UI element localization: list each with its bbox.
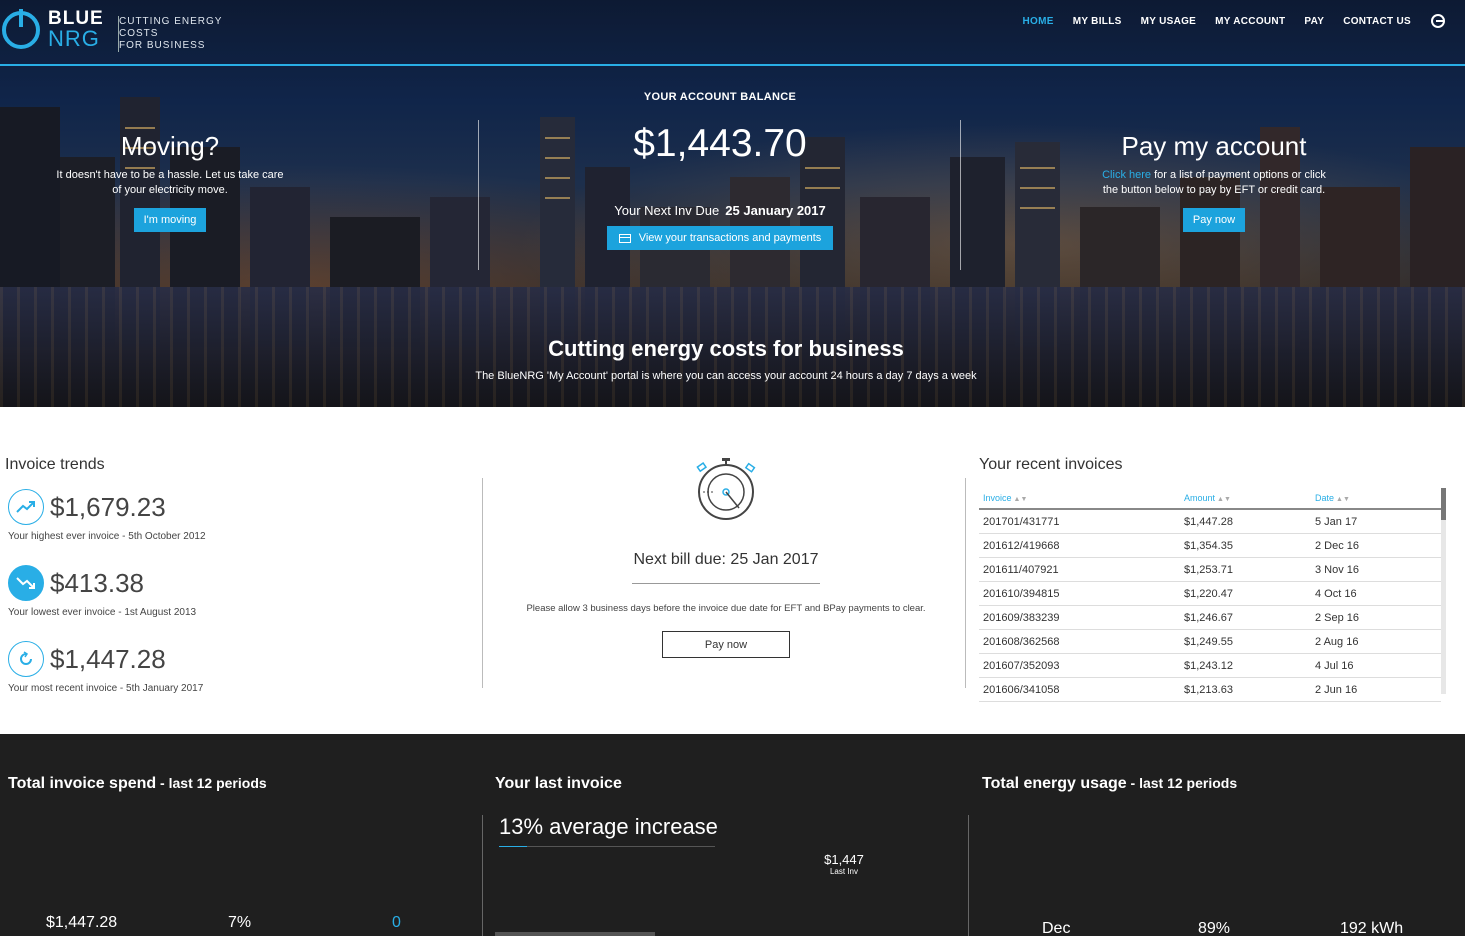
nav-home[interactable]: HOME (1022, 16, 1053, 27)
table-row[interactable]: 201701/431771 $1,447.28 5 Jan 17 (979, 510, 1441, 534)
hero-pay-now-button[interactable]: Pay now (1182, 208, 1246, 232)
lowest-invoice-value: $413.38 (50, 568, 144, 598)
account-balance-label: YOUR ACCOUNT BALANCE (643, 91, 797, 103)
usage-stat-percent: 89% (1198, 920, 1231, 937)
logo-text-nrg: NRG (48, 26, 100, 51)
invoice-column-header[interactable]: Invoice ▲▼ (979, 493, 1180, 503)
recent-invoice-value: $1,447.28 (50, 644, 166, 674)
scrollbar-thumb[interactable] (1441, 488, 1446, 520)
spend-stat-percent: 7% (228, 914, 252, 931)
pay-account-panel: Pay my account Click here for a list of … (1054, 131, 1374, 232)
sort-icon: ▲▼ (1217, 496, 1231, 503)
nav-pay[interactable]: PAY (1304, 16, 1324, 27)
main-nav: HOME MY BILLS MY USAGE MY ACCOUNT PAY CO… (1003, 14, 1445, 28)
trending-up-icon (8, 489, 44, 525)
recent-invoices-title: Your recent invoices (979, 456, 1123, 473)
table-header: Invoice ▲▼ Amount ▲▼ Date ▲▼ (979, 488, 1441, 510)
brand-tagline: CUTTING ENERGY COSTS FOR BUSINESS (118, 16, 248, 52)
moving-text-line-2: of your electricity move. (112, 184, 228, 196)
stopwatch-icon (696, 458, 756, 520)
table-row[interactable]: 201612/419668 $1,354.35 2 Dec 16 (979, 534, 1441, 558)
date-column-header[interactable]: Date ▲▼ (1311, 493, 1441, 503)
highest-invoice-value: $1,679.23 (50, 492, 166, 522)
dashboard-summary-panel (0, 734, 1465, 936)
average-increase-text: 13% average increase (499, 814, 718, 839)
hero-banner: BLUE NRG CUTTING ENERGY COSTS FOR BUSINE… (0, 0, 1465, 407)
usage-stat-kwh: 192 kWh (1340, 920, 1404, 937)
sort-icon: ▲▼ (1013, 496, 1028, 503)
amount-column-header[interactable]: Amount ▲▼ (1180, 493, 1311, 503)
pay-account-text-line-2: the button below to pay by EFT or credit… (1102, 184, 1326, 196)
last-invoice-title: Your last invoice (495, 775, 622, 792)
horizontal-scroll-indicator (495, 932, 655, 936)
nav-my-bills[interactable]: MY BILLS (1073, 16, 1122, 27)
table-row[interactable]: 201607/352093 $1,243.12 4 Jul 16 (979, 654, 1441, 678)
usage-stat-month: Dec (1042, 920, 1071, 937)
donut-center-label: $1,447 Last Inv (800, 852, 888, 876)
sort-icon: ▲▼ (1336, 496, 1350, 503)
pay-account-title: Pay my account (1121, 131, 1307, 161)
recent-invoices-table: Invoice ▲▼ Amount ▲▼ Date ▲▼ 201701/431771 $… (979, 488, 1441, 702)
logout-icon[interactable] (1431, 14, 1445, 28)
highest-invoice-note: Your highest ever invoice - 5th October … (8, 531, 206, 542)
table-row[interactable]: 201611/407921 $1,253.71 3 Nov 16 (979, 558, 1441, 582)
refresh-icon (8, 641, 44, 677)
table-row[interactable]: 201610/394815 $1,220.47 4 Oct 16 (979, 582, 1441, 606)
credit-card-icon (618, 233, 631, 243)
next-invoice-date: 25 January 2017 (725, 203, 826, 218)
trending-down-icon (8, 565, 44, 601)
hero-headline: Cutting energy costs for business (548, 336, 904, 361)
donut-caption: Last Inv (829, 867, 858, 876)
invoices-scrollbar[interactable] (1441, 488, 1446, 694)
view-transactions-button[interactable]: View your transactions and payments (607, 226, 833, 250)
spend-stat-last-invoice: $1,447.28 (46, 914, 118, 931)
energy-usage-title: Total energy usage - last 12 periods (982, 775, 1238, 792)
spend-stat-count: 0 (392, 914, 401, 931)
power-icon (2, 9, 40, 49)
moving-text-line-1: It doesn't have to be a hassle. Let us t… (56, 169, 284, 181)
nav-my-usage[interactable]: MY USAGE (1141, 16, 1197, 27)
table-row[interactable]: 201609/383239 $1,246.67 2 Sep 16 (979, 606, 1441, 630)
bluenrg-logo[interactable]: BLUE NRG (2, 6, 112, 51)
nav-contact-us[interactable]: CONTACT US (1343, 16, 1411, 27)
invoice-trends-title: Invoice trends (5, 456, 105, 473)
nav-my-account[interactable]: MY ACCOUNT (1215, 16, 1285, 27)
table-row[interactable]: 201608/362568 $1,249.55 2 Aug 16 (979, 630, 1441, 654)
recent-invoice-note: Your most recent invoice - 5th January 2… (8, 683, 204, 694)
top-navigation-bar: BLUE NRG CUTTING ENERGY COSTS FOR BUSINE… (0, 0, 1465, 66)
invoice-spend-title: Total invoice spend - last 12 periods (8, 775, 267, 792)
donut-value: $1,447 (824, 852, 864, 867)
click-here-link[interactable]: Click here (1102, 169, 1151, 181)
pay-now-button[interactable]: Pay now (662, 631, 790, 658)
hero-subline: The BlueNRG 'My Account' portal is where… (475, 370, 977, 382)
table-row[interactable]: 201606/341058 $1,213.63 2 Jun 16 (979, 678, 1441, 702)
